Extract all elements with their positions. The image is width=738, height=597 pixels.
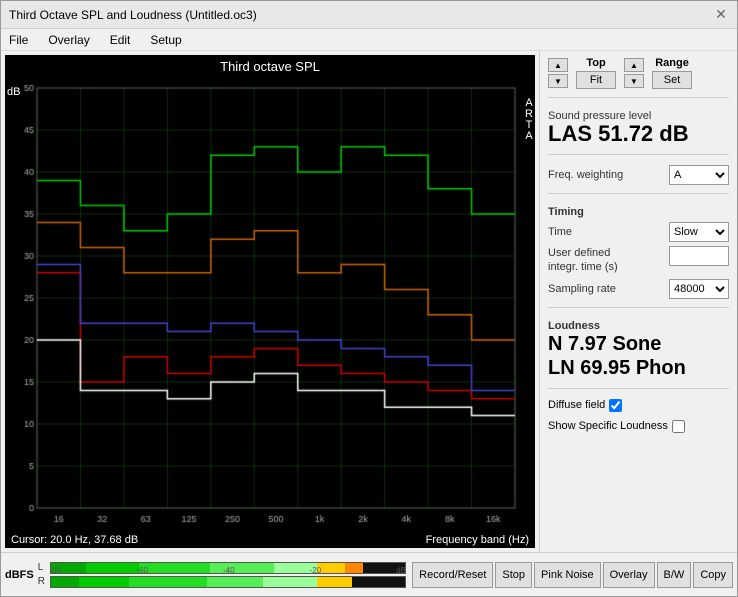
r-meter-bar [50, 576, 406, 588]
cursor-info: Cursor: 20.0 Hz, 37.68 dB [5, 532, 144, 548]
menu-bar: File Overlay Edit Setup [1, 29, 737, 51]
timing-section: Timing Time Slow Fast Impulse User defin… [548, 202, 729, 299]
bottom-bar: dBFS L -90 -70 -50 -30 -10 dB [1, 552, 737, 596]
divider-5 [548, 388, 729, 389]
main-window: Third Octave SPL and Loudness (Untitled.… [0, 0, 738, 597]
chart-wrapper: dB ARTA [5, 78, 535, 532]
bw-button[interactable]: B/W [657, 562, 692, 588]
diffuse-field-row: Diffuse field [548, 399, 729, 412]
top-controls: ▲ ▼ Top Fit ▲ ▼ Range Set [548, 57, 729, 89]
show-specific-checkbox[interactable] [672, 420, 685, 433]
top-label: Top [586, 57, 605, 69]
loudness-n-value: N 7.97 Sone [548, 332, 729, 356]
top-label-group: Top Fit [576, 57, 616, 89]
divider-1 [548, 97, 729, 98]
divider-4 [548, 307, 729, 308]
menu-setup[interactable]: Setup [146, 32, 185, 48]
right-panel: ▲ ▼ Top Fit ▲ ▼ Range Set Sou [539, 51, 737, 552]
chart-title: Third octave SPL [5, 55, 535, 78]
freq-label: Frequency band (Hz) [426, 532, 535, 548]
r-meter: -80 -60 -40 -20 dB [50, 576, 406, 588]
window-title: Third Octave SPL and Loudness (Untitled.… [9, 8, 257, 22]
divider-2 [548, 154, 729, 155]
show-specific-row: Show Specific Loudness [548, 420, 729, 433]
sampling-dropdown[interactable]: 48000 44100 96000 [669, 279, 729, 299]
main-content: Third octave SPL dB ARTA Cursor: 20.0 Hz… [1, 51, 737, 552]
spl-value: LAS 51.72 dB [548, 122, 729, 146]
sampling-label: Sampling rate [548, 283, 616, 295]
loudness-section: Loudness N 7.97 Sone LN 69.95 Phon [548, 316, 729, 380]
copy-button[interactable]: Copy [693, 562, 733, 588]
menu-file[interactable]: File [5, 32, 32, 48]
integr-row: User definedintegr. time (s) 10 [548, 246, 729, 275]
divider-3 [548, 193, 729, 194]
time-row: Time Slow Fast Impulse [548, 222, 729, 242]
top-down-btn[interactable]: ▼ [548, 74, 568, 88]
show-specific-label: Show Specific Loudness [548, 420, 668, 432]
r-label: R [38, 576, 46, 587]
time-label: Time [548, 226, 572, 238]
chart-canvas [5, 78, 535, 532]
freq-weighting-label: Freq. weighting [548, 169, 623, 181]
chart-area: Third octave SPL dB ARTA Cursor: 20.0 Hz… [5, 55, 535, 548]
dbfs-label: dBFS [5, 569, 34, 581]
range-label: Range [655, 57, 689, 69]
timing-label: Timing [548, 206, 729, 218]
r-scale-labels: -80 -60 -40 -20 dB [50, 566, 406, 575]
l-label: L [38, 562, 46, 573]
overlay-button[interactable]: Overlay [603, 562, 655, 588]
pink-noise-button[interactable]: Pink Noise [534, 562, 601, 588]
time-dropdown[interactable]: Slow Fast Impulse [669, 222, 729, 242]
range-down-btn[interactable]: ▼ [624, 74, 644, 88]
title-bar: Third Octave SPL and Loudness (Untitled.… [1, 1, 737, 29]
arta-label: ARTA [525, 98, 533, 142]
diffuse-field-checkbox[interactable] [609, 399, 622, 412]
range-label-group: Range Set [652, 57, 692, 89]
fit-button[interactable]: Fit [576, 71, 616, 89]
stop-button[interactable]: Stop [495, 562, 532, 588]
freq-weighting-dropdown[interactable]: A B C Z [669, 165, 729, 185]
diffuse-field-label: Diffuse field [548, 399, 605, 411]
close-button[interactable]: ✕ [713, 7, 729, 23]
menu-overlay[interactable]: Overlay [44, 32, 93, 48]
loudness-label: Loudness [548, 320, 729, 332]
set-button[interactable]: Set [652, 71, 692, 89]
top-nav-group: ▲ ▼ [548, 58, 568, 88]
meter-container: L -90 -70 -50 -30 -10 dB [38, 562, 406, 588]
sampling-row: Sampling rate 48000 44100 96000 [548, 279, 729, 299]
spl-section: Sound pressure level LAS 51.72 dB [548, 106, 729, 146]
y-axis-label: dB [7, 86, 20, 98]
loudness-ln-value: LN 69.95 Phon [548, 356, 729, 380]
integr-input[interactable]: 10 [669, 246, 729, 266]
top-up-btn[interactable]: ▲ [548, 58, 568, 72]
menu-edit[interactable]: Edit [106, 32, 135, 48]
action-buttons: Record/Reset Stop Pink Noise Overlay B/W… [412, 562, 733, 588]
integr-label: User definedintegr. time (s) [548, 246, 618, 275]
meter-r-row: R -80 -60 -40 -20 dB [38, 576, 406, 588]
range-up-btn[interactable]: ▲ [624, 58, 644, 72]
range-nav-group: ▲ ▼ [624, 58, 644, 88]
record-reset-button[interactable]: Record/Reset [412, 562, 493, 588]
freq-weighting-row: Freq. weighting A B C Z [548, 165, 729, 185]
